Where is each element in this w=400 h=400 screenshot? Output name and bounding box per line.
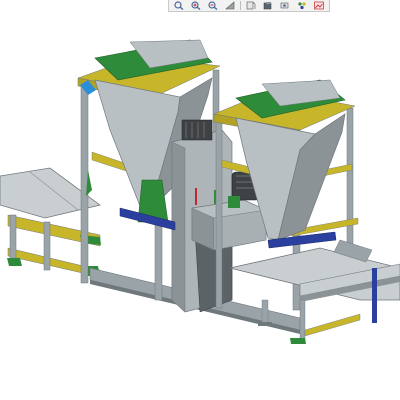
toolbar-separator	[240, 1, 241, 10]
graphics-viewport[interactable]	[0, 12, 400, 400]
hide-show-icon	[280, 2, 289, 9]
appearance-button[interactable]	[294, 1, 310, 11]
view-orientation-icon	[225, 1, 235, 10]
section-view-button[interactable]	[243, 1, 259, 11]
view-orientation-button[interactable]	[222, 1, 238, 11]
zoom-out-button[interactable]	[205, 1, 221, 11]
scene-button[interactable]	[311, 1, 327, 11]
support-foot	[261, 299, 269, 325]
display-style-icon	[263, 2, 272, 10]
display-style-button[interactable]	[260, 1, 276, 11]
section-view-icon	[246, 1, 256, 10]
zoom-fit-button[interactable]	[171, 1, 187, 11]
appearance-icon	[298, 2, 306, 10]
hide-show-button[interactable]	[277, 1, 293, 11]
scene-icon	[314, 1, 324, 10]
right-conveyor	[229, 239, 400, 344]
support-foot	[258, 322, 272, 326]
zoom-fit-icon	[174, 1, 184, 10]
zoom-in-icon	[191, 1, 201, 10]
view-toolbar	[168, 0, 330, 12]
zoom-in-button[interactable]	[188, 1, 204, 11]
cad-model-view[interactable]	[0, 12, 400, 400]
zoom-out-icon	[208, 1, 218, 10]
